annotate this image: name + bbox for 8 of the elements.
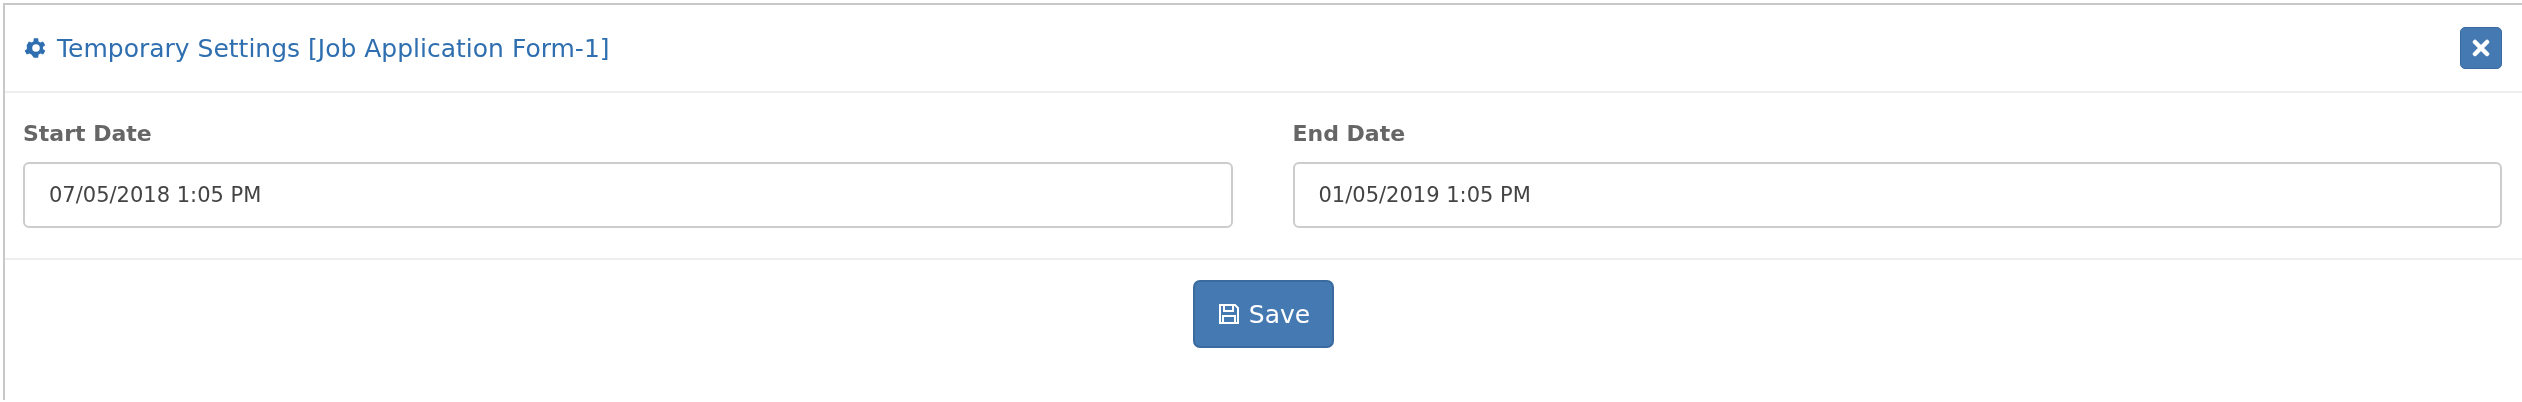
date-field[interactable]: 01/05/2019 1:05 PM xyxy=(1292,162,2502,228)
field-label: Start Date xyxy=(23,121,153,146)
dialog-title: Temporary Settings [Job Application Form-1] xyxy=(57,33,610,63)
close-icon xyxy=(2472,39,2490,57)
close-button[interactable] xyxy=(2460,27,2502,69)
date-field[interactable]: 07/05/2018 1:05 PM xyxy=(23,162,1233,228)
field-label: End Date xyxy=(1292,121,1407,146)
save-button[interactable]: Save xyxy=(1192,280,1335,348)
